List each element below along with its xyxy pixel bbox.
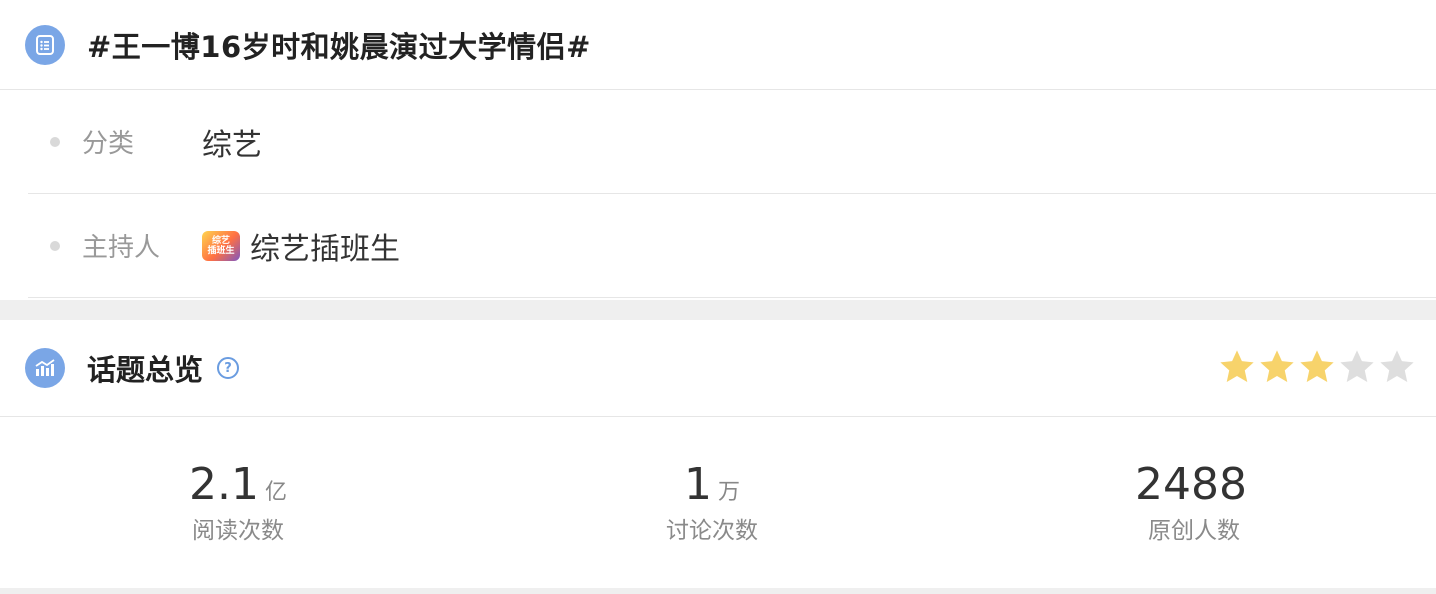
overview-stats: 2.1 亿 阅读次数 1万 讨论次数 2488 原创人数 (0, 417, 1436, 587)
stat-label: 讨论次数 (666, 518, 758, 544)
category-value[interactable]: 综艺 (202, 120, 262, 164)
overview-title: 话题总览 (87, 353, 204, 387)
stat-label: 原创人数 (1148, 518, 1240, 544)
star-icon (1340, 350, 1374, 383)
host-row: 主持人 综艺 插班生 综艺插班生 (28, 194, 1436, 298)
list-document-icon (25, 24, 65, 65)
bullet-dot (50, 136, 60, 147)
question-circle-icon[interactable]: ? (217, 357, 240, 379)
stat-value: 2.1 (189, 459, 259, 510)
stat-read: 2.1 亿 阅读次数 (178, 459, 298, 545)
host-label: 主持人 (82, 233, 161, 263)
stat-value: 2488 (1135, 459, 1247, 510)
category-row: 分类 综艺 (28, 90, 1436, 194)
stat-unit: 亿 (264, 480, 287, 505)
stat-value: 1 (683, 459, 712, 510)
host-name[interactable]: 综艺插班生 (250, 224, 400, 268)
bullet-dot (50, 240, 60, 251)
trend-chart-icon (25, 348, 65, 388)
star-icon (1300, 350, 1334, 383)
stat-unit: 万 (717, 480, 740, 505)
stat-label: 阅读次数 (192, 518, 284, 544)
topic-info-card: #王一博16岁时和姚晨演过大学情侣# 分类 综艺 主持人 综艺 插班生 综艺插班… (0, 0, 1436, 300)
rating-stars (1218, 348, 1416, 386)
host-avatar-text: 综艺 (211, 235, 230, 246)
topic-header: #王一博16岁时和姚晨演过大学情侣# (0, 0, 1436, 90)
stat-original: 2488 原创人数 (1134, 459, 1254, 545)
stat-discuss: 1万 讨论次数 (652, 459, 772, 545)
topic-overview-card: 话题总览 ? 2.1 亿 阅读次数 1万 讨论次数 2488 原创人数 (0, 320, 1436, 588)
star-icon (1380, 350, 1414, 383)
star-icon (1260, 350, 1294, 383)
star-icon (1220, 350, 1254, 383)
host-link[interactable]: 综艺 插班生 综艺插班生 (202, 224, 400, 268)
host-avatar[interactable]: 综艺 插班生 (202, 230, 240, 261)
topic-title: #王一博16岁时和姚晨演过大学情侣# (87, 29, 591, 64)
host-avatar-text: 插班生 (207, 245, 235, 256)
category-label: 分类 (82, 129, 135, 159)
overview-header: 话题总览 ? (0, 320, 1436, 417)
